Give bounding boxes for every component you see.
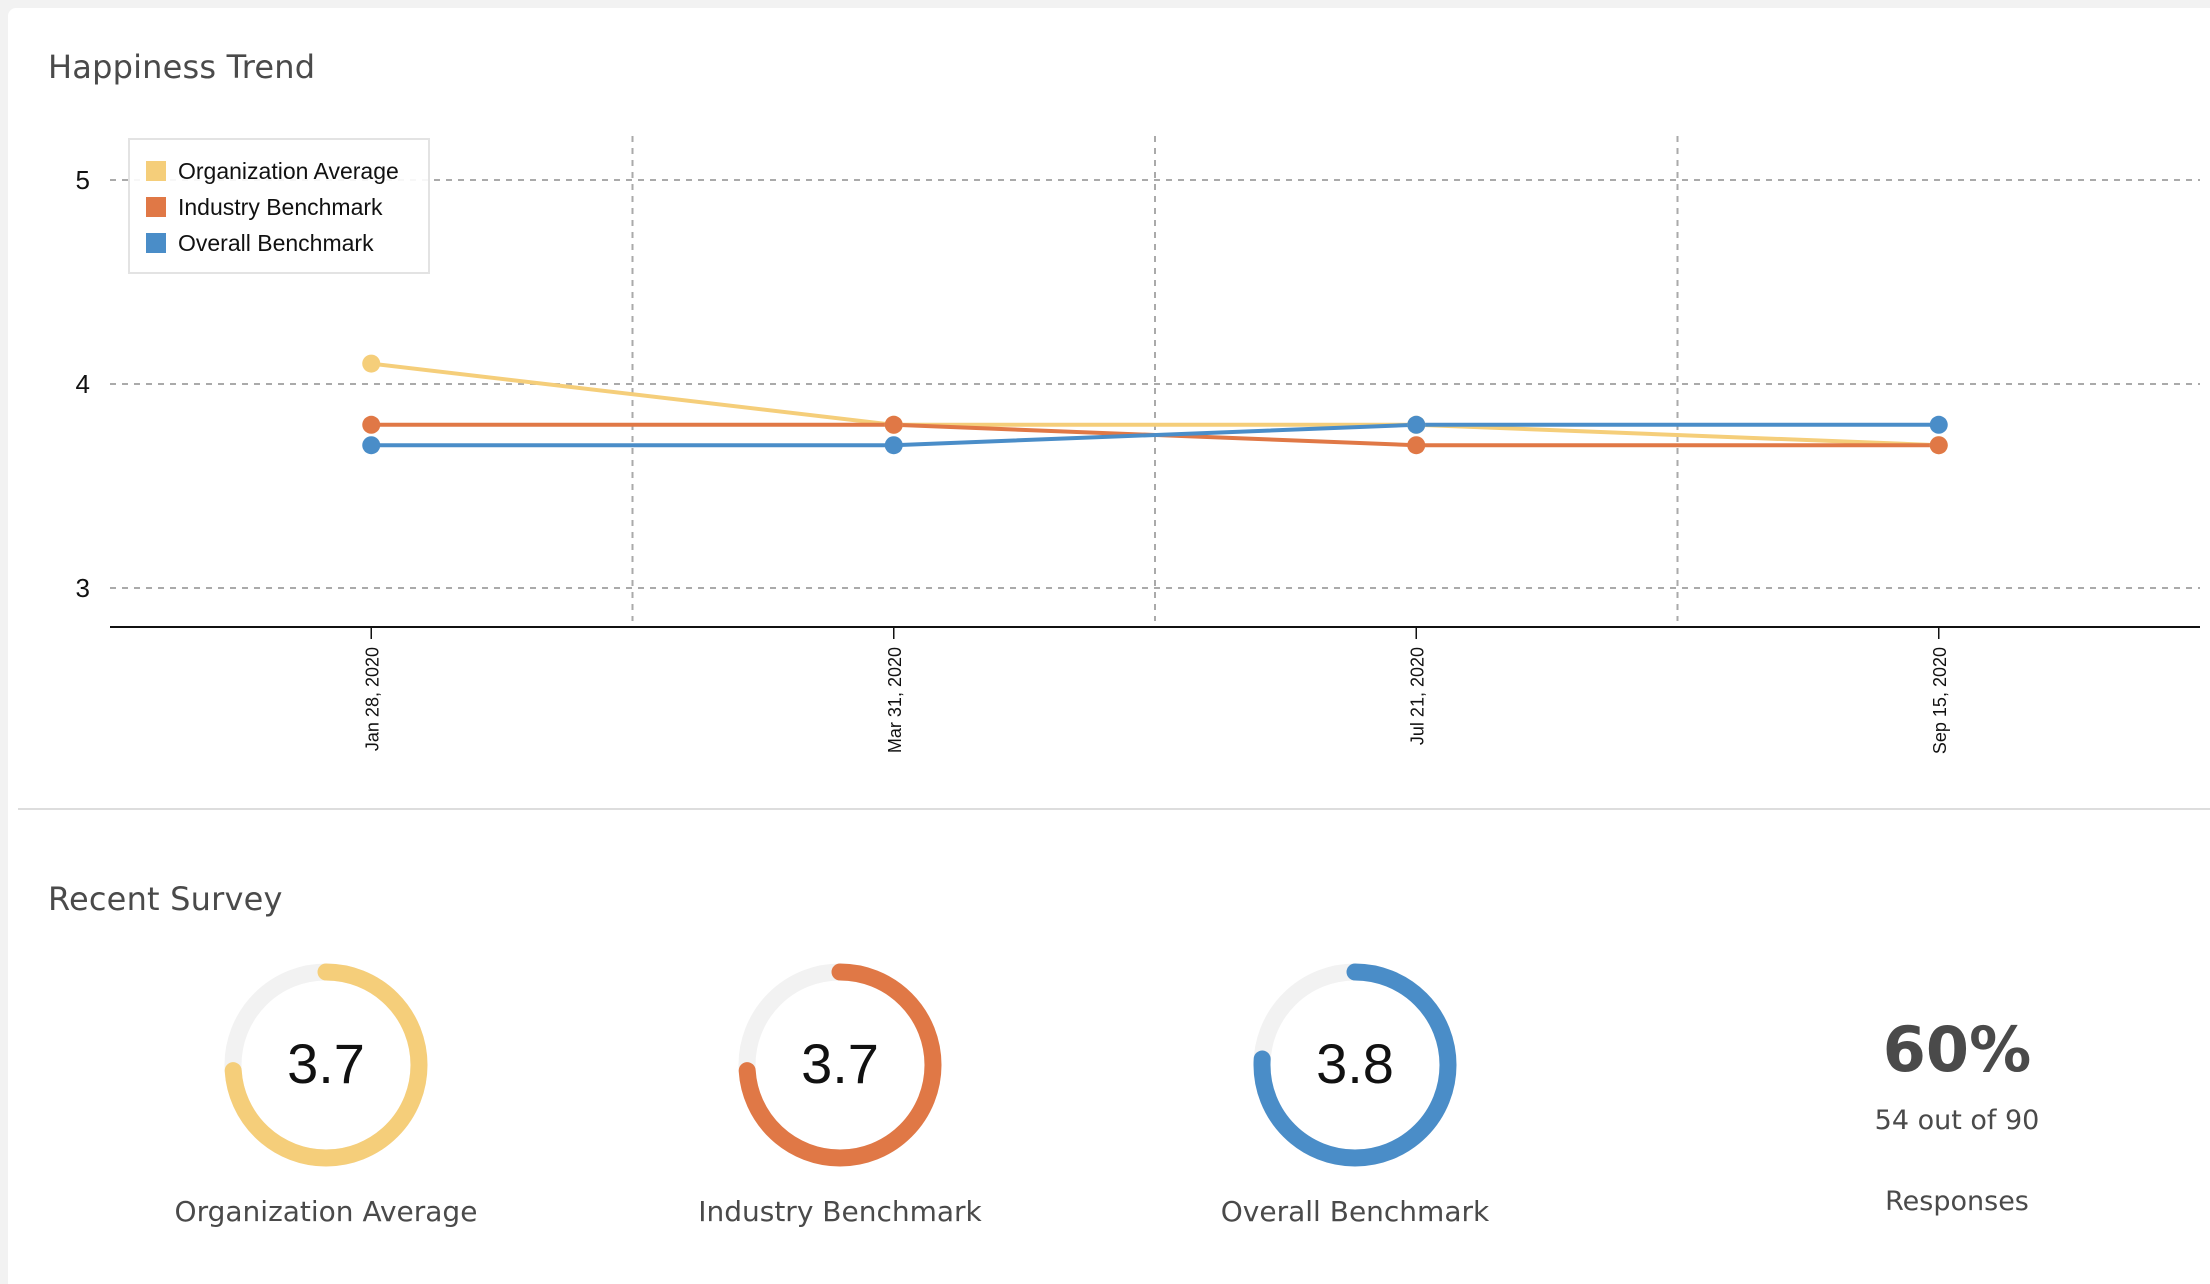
- data-point-organization-average: [362, 354, 381, 373]
- gauge-value: 3.7: [801, 1032, 879, 1095]
- legend-label: Organization Average: [178, 157, 399, 184]
- donut-gauge: 3.8: [1253, 963, 1457, 1167]
- data-point-industry-benchmark: [1407, 436, 1426, 455]
- legend-swatch-industry-benchmark: [146, 197, 166, 217]
- responses-label: Responses: [1885, 1186, 2029, 1217]
- responses-count: 54 out of 90: [1874, 1105, 2040, 1136]
- data-point-overall-benchmark: [1407, 415, 1426, 434]
- responses-stat: 60% 54 out of 90 Responses: [1757, 1013, 2157, 1218]
- y-tick-label: 5: [76, 165, 90, 195]
- recent-survey-title: Recent Survey: [48, 880, 283, 918]
- gauge-label: Overall Benchmark: [1220, 1195, 1490, 1228]
- legend-swatch-organization-average: [146, 161, 166, 181]
- y-tick-label: 4: [76, 369, 90, 399]
- happiness-trend-chart: 3 4 5 Jan 28, 2020 Mar 31, 2020 Jul 21, 2020 S…: [76, 136, 2200, 754]
- data-point-industry-benchmark: [362, 415, 381, 434]
- donut-gauge: 3.7: [224, 963, 428, 1167]
- data-point-overall-benchmark: [1929, 415, 1948, 434]
- y-tick-label: 3: [76, 573, 90, 603]
- donut-gauge: 3.7: [738, 963, 942, 1167]
- gauge-value: 3.8: [1316, 1032, 1394, 1095]
- data-point-industry-benchmark: [884, 415, 903, 434]
- legend-item-organization-average[interactable]: Organization Average: [146, 156, 399, 186]
- legend-item-overall-benchmark[interactable]: Overall Benchmark: [146, 228, 374, 258]
- legend-label: Industry Benchmark: [178, 193, 383, 220]
- x-tick-label: Mar 31, 2020: [885, 647, 905, 753]
- x-tick-label: Jan 28, 2020: [362, 647, 382, 751]
- gauge-overall-benchmark: 3.8 Overall Benchmark: [1145, 955, 1565, 1228]
- gauge-industry-benchmark: 3.7 Industry Benchmark: [630, 955, 1050, 1228]
- legend-item-industry-benchmark[interactable]: Industry Benchmark: [146, 192, 383, 222]
- section-divider: [18, 808, 2210, 810]
- gauge-label: Industry Benchmark: [698, 1195, 982, 1228]
- gauge-organization-average: 3.7 Organization Average: [116, 955, 536, 1228]
- legend-swatch-overall-benchmark: [146, 233, 166, 253]
- x-tick-label: Sep 15, 2020: [1930, 647, 1950, 754]
- data-point-industry-benchmark: [1929, 436, 1948, 455]
- gauge-label: Organization Average: [174, 1195, 478, 1228]
- data-point-overall-benchmark: [884, 436, 903, 455]
- responses-percent: 60%: [1882, 1013, 2032, 1086]
- x-tick-label: Jul 21, 2020: [1407, 647, 1427, 745]
- chart-legend: Organization Average Industry Benchmark …: [128, 138, 430, 274]
- data-point-overall-benchmark: [362, 436, 381, 455]
- gauge-value: 3.7: [287, 1032, 365, 1095]
- legend-label: Overall Benchmark: [178, 229, 374, 256]
